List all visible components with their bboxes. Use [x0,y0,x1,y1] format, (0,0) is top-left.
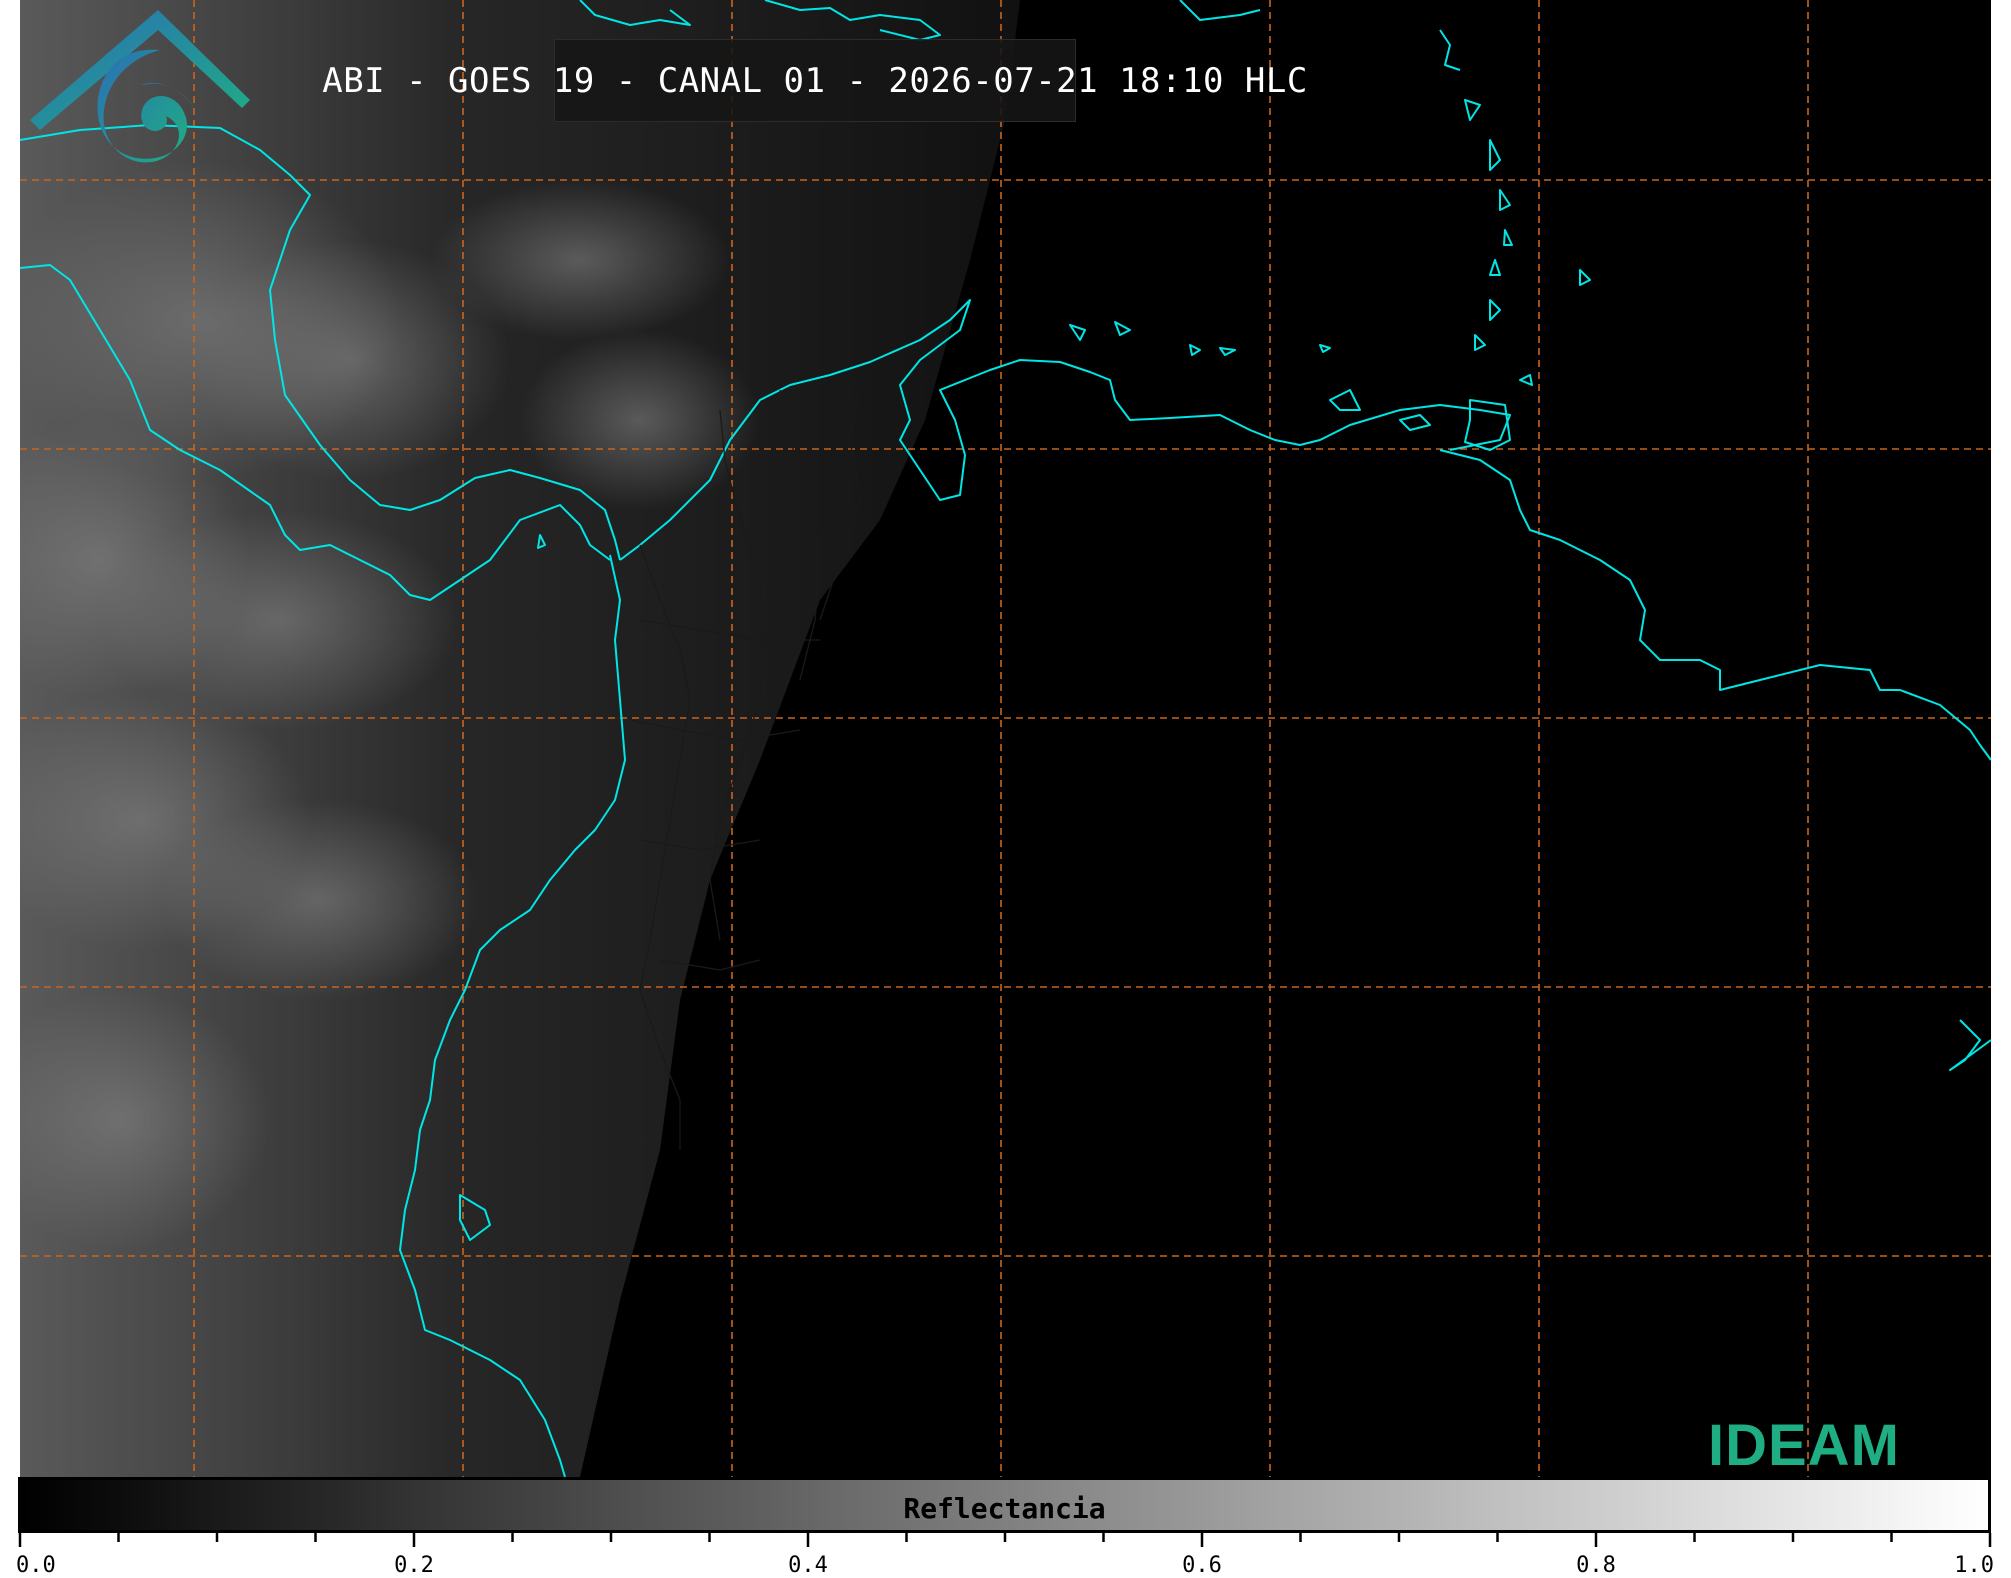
tick-label: 0.8 [1576,1553,1616,1578]
tick-label: 0.2 [394,1553,434,1578]
map-title: ABI - GOES 19 - CANAL 01 - 2026-07-21 18… [322,60,1308,101]
tick-label: 1.0 [1954,1553,1994,1578]
title-box: ABI - GOES 19 - CANAL 01 - 2026-07-21 18… [322,39,1307,122]
ideam-logo-text: IDEAM [1708,1413,1900,1477]
colorbar: Reflectancia [18,1477,1991,1533]
ideam-logo [30,10,250,163]
map-layer [20,0,1991,1477]
tick-label: 0.0 [16,1553,56,1578]
colorbar-ticks: 0.0 0.2 0.4 0.6 0.8 1.0 [0,1533,2011,1578]
tick-label: 0.6 [1182,1553,1222,1578]
tick-label: 0.4 [788,1553,828,1578]
satellite-image: ABI - GOES 19 - CANAL 01 - 2026-07-21 18… [20,0,1991,1477]
tick-marks [18,1533,1992,1547]
colorbar-label: Reflectancia [903,1492,1106,1525]
